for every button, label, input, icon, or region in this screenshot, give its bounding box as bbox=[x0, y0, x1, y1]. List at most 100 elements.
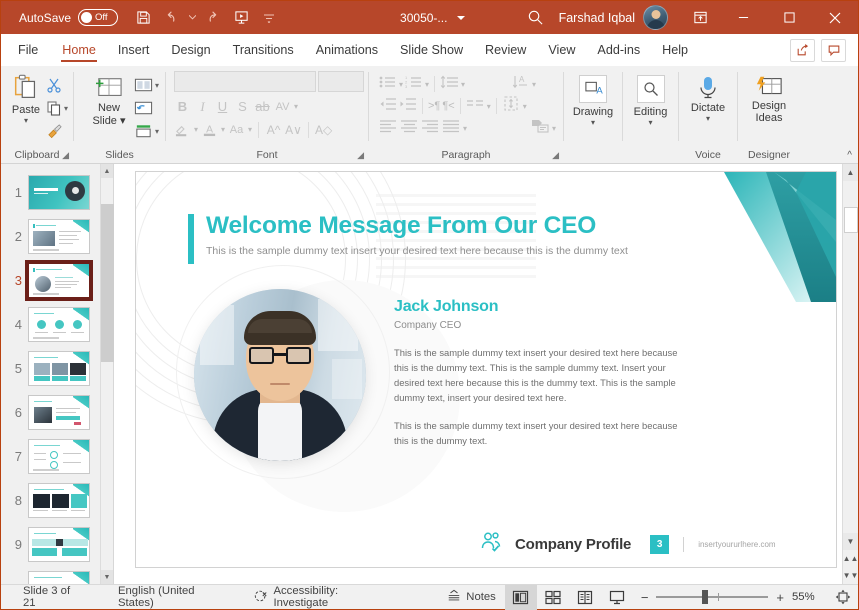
chevron-down-icon[interactable] bbox=[457, 15, 466, 20]
decrease-indent-button[interactable] bbox=[379, 97, 397, 116]
zoom-slider[interactable] bbox=[656, 590, 769, 604]
chevron-down-icon[interactable]: ▾ bbox=[248, 125, 252, 134]
previous-slide-button[interactable]: ▲▲ bbox=[843, 550, 858, 567]
list-item[interactable]: 4 bbox=[1, 302, 113, 346]
justify-button[interactable] bbox=[442, 119, 461, 138]
thumbnail-scrollbar[interactable]: ▲ ▼ bbox=[100, 164, 114, 584]
chevron-down-icon[interactable]: ▾ bbox=[155, 127, 159, 136]
chevron-down-icon[interactable]: ▾ bbox=[706, 115, 710, 123]
thumbnail-8[interactable] bbox=[28, 482, 90, 518]
close-button[interactable] bbox=[812, 1, 858, 34]
strikethrough-button[interactable]: ab bbox=[254, 99, 271, 114]
increase-font-size-button[interactable]: A^ bbox=[265, 123, 282, 137]
paragraph-dialog-launcher-icon[interactable]: ◢ bbox=[552, 148, 559, 163]
tab-add-ins[interactable]: Add-ins bbox=[586, 34, 651, 66]
chevron-down-icon[interactable]: ▾ bbox=[155, 81, 159, 90]
text-highlight-color-button[interactable] bbox=[174, 122, 191, 137]
change-case-button[interactable]: Aa bbox=[228, 124, 245, 136]
scroll-up-arrow-icon[interactable]: ▲ bbox=[843, 164, 858, 181]
thumbnail-4[interactable] bbox=[28, 306, 90, 342]
format-painter-button[interactable] bbox=[46, 120, 68, 142]
minimize-button[interactable] bbox=[720, 1, 766, 34]
tab-transitions[interactable]: Transitions bbox=[222, 34, 305, 66]
thumbnail-3[interactable] bbox=[25, 259, 93, 301]
tab-review[interactable]: Review bbox=[474, 34, 537, 66]
tab-file[interactable]: File bbox=[1, 34, 51, 66]
scrollbar-track[interactable] bbox=[101, 178, 114, 570]
align-left-button[interactable] bbox=[379, 119, 398, 138]
tab-slide-show[interactable]: Slide Show bbox=[389, 34, 474, 66]
drawing-button[interactable]: A Drawing ▾ bbox=[569, 71, 617, 127]
slide-show-view-button[interactable] bbox=[601, 585, 633, 610]
ceo-photo[interactable] bbox=[176, 265, 390, 479]
redo-icon[interactable] bbox=[200, 5, 226, 31]
chevron-down-icon[interactable]: ▾ bbox=[425, 80, 429, 89]
clipboard-dialog-launcher-icon[interactable]: ◢ bbox=[62, 148, 69, 163]
scroll-down-arrow-icon[interactable]: ▼ bbox=[101, 570, 113, 584]
character-spacing-button[interactable]: AV bbox=[274, 101, 291, 113]
autosave-control[interactable]: AutoSave Off bbox=[19, 9, 119, 26]
font-size-input[interactable] bbox=[318, 71, 364, 92]
editing-button[interactable]: Editing ▾ bbox=[628, 71, 673, 127]
fit-to-window-icon[interactable] bbox=[828, 589, 858, 605]
chevron-down-icon[interactable]: ▾ bbox=[532, 80, 536, 89]
new-slide-button[interactable]: New Slide ▾ bbox=[84, 71, 134, 128]
increase-indent-button[interactable] bbox=[399, 97, 417, 116]
scrollbar-thumb[interactable] bbox=[844, 207, 858, 233]
design-ideas-button[interactable]: Design Ideas bbox=[743, 71, 795, 124]
align-center-button[interactable] bbox=[400, 119, 419, 138]
chevron-down-icon[interactable]: ▾ bbox=[487, 102, 491, 111]
comments-icon[interactable] bbox=[821, 38, 846, 62]
ltr-text-direction-button[interactable]: >¶ bbox=[428, 100, 440, 112]
customize-qat-icon[interactable] bbox=[256, 5, 282, 31]
search-icon[interactable] bbox=[513, 9, 559, 26]
user-name[interactable]: Farshad Iqbal bbox=[559, 11, 635, 25]
slide-counter[interactable]: Slide 3 of 21 bbox=[1, 585, 91, 610]
tab-animations[interactable]: Animations bbox=[305, 34, 389, 66]
slide-canvas[interactable]: Welcome Message From Our CEO This is the… bbox=[114, 164, 842, 584]
section-button[interactable]: ▾ bbox=[134, 120, 159, 142]
zoom-handle[interactable] bbox=[702, 590, 709, 604]
scrollbar-thumb[interactable] bbox=[101, 204, 114, 362]
language-indicator[interactable]: English (United States) bbox=[109, 585, 236, 610]
bullets-button[interactable] bbox=[379, 75, 397, 94]
chevron-down-icon[interactable]: ▾ bbox=[523, 102, 527, 111]
thumbnail-7[interactable] bbox=[28, 438, 90, 474]
align-right-button[interactable] bbox=[421, 119, 440, 138]
thumbnail-9[interactable] bbox=[28, 526, 90, 562]
list-item[interactable]: 9 bbox=[1, 522, 113, 566]
slide-subtitle[interactable]: This is the sample dummy text insert you… bbox=[206, 245, 628, 257]
dictate-button[interactable]: Dictate ▾ bbox=[684, 71, 732, 123]
slide-editing-surface[interactable]: Welcome Message From Our CEO This is the… bbox=[136, 172, 836, 567]
chevron-down-icon[interactable]: ▾ bbox=[399, 80, 403, 89]
font-dialog-launcher-icon[interactable]: ◢ bbox=[357, 148, 364, 163]
chevron-down-icon[interactable]: ▾ bbox=[552, 124, 556, 133]
document-title-group[interactable]: 30050-... bbox=[400, 11, 466, 25]
thumbnail-2[interactable] bbox=[28, 218, 90, 254]
thumbnail-10[interactable] bbox=[28, 570, 90, 584]
chevron-down-icon[interactable]: ▾ bbox=[194, 125, 198, 134]
tab-home[interactable]: Home bbox=[51, 34, 107, 66]
zoom-control[interactable]: − + 55% bbox=[633, 590, 828, 605]
rtl-text-direction-button[interactable]: ¶< bbox=[442, 100, 454, 112]
cut-button[interactable] bbox=[46, 74, 68, 96]
chevron-down-icon[interactable]: ▾ bbox=[648, 119, 652, 127]
thumbnail-1[interactable] bbox=[28, 174, 90, 210]
line-spacing-button[interactable] bbox=[440, 75, 459, 94]
share-icon[interactable] bbox=[790, 38, 815, 62]
tab-help[interactable]: Help bbox=[651, 34, 699, 66]
canvas-vertical-scrollbar[interactable]: ▲ ▼ ▲▲ ▼▼ bbox=[842, 164, 858, 584]
list-item[interactable]: 3 bbox=[1, 258, 113, 302]
maximize-button[interactable] bbox=[766, 1, 812, 34]
list-item[interactable]: 7 bbox=[1, 434, 113, 478]
convert-to-smartart-button[interactable] bbox=[531, 118, 550, 138]
list-item[interactable]: 8 bbox=[1, 478, 113, 522]
list-item[interactable]: 1 bbox=[1, 170, 113, 214]
text-direction-button[interactable]: A bbox=[511, 75, 530, 94]
align-text-button[interactable] bbox=[502, 96, 521, 116]
scroll-up-arrow-icon[interactable]: ▲ bbox=[101, 164, 113, 178]
undo-dropdown-icon[interactable] bbox=[186, 5, 198, 31]
avatar[interactable] bbox=[643, 5, 668, 30]
notes-button[interactable]: Notes bbox=[438, 585, 505, 610]
zoom-in-button[interactable]: + bbox=[776, 590, 784, 605]
